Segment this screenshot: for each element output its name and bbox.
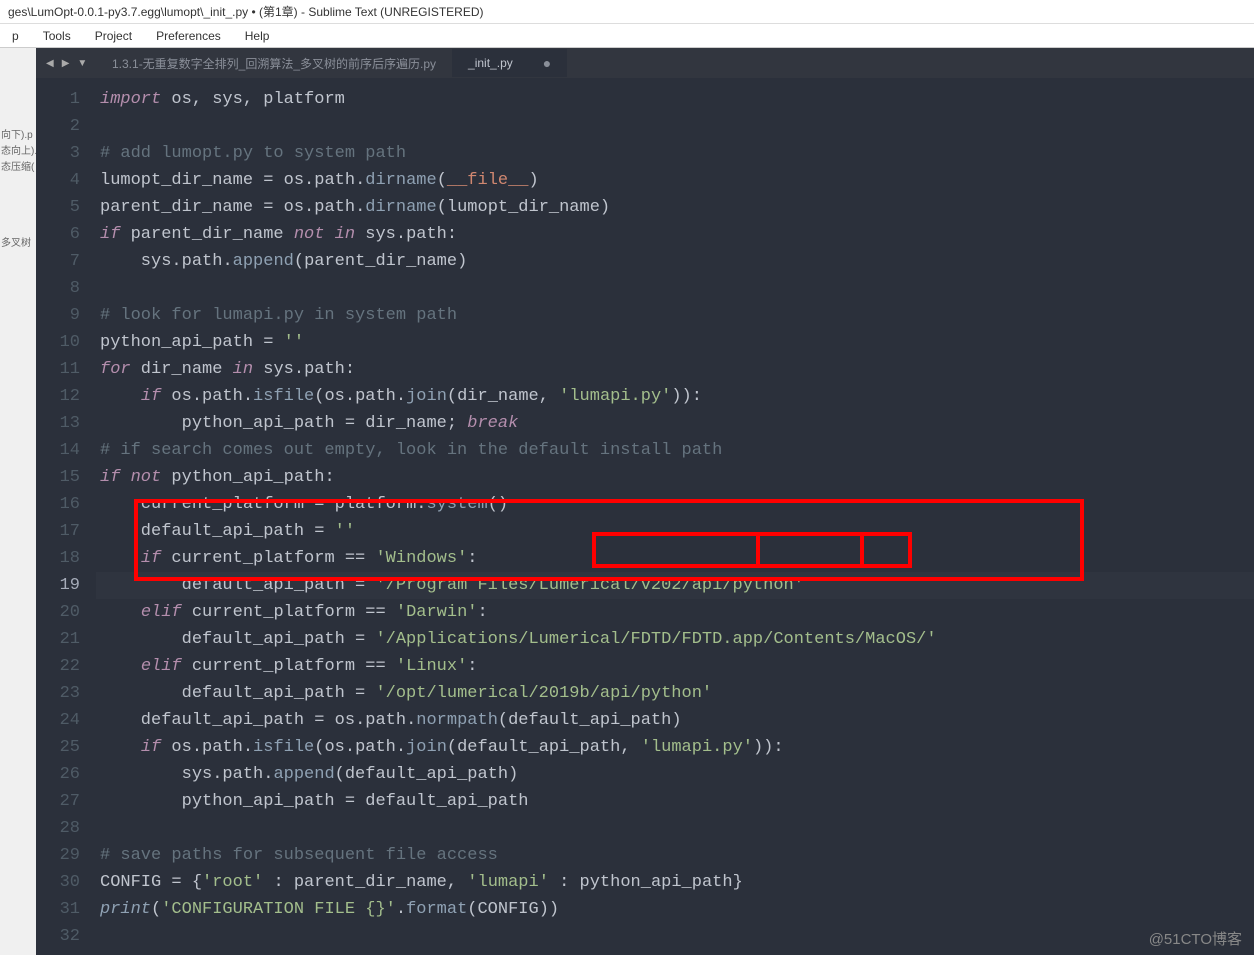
line-number: 4 — [44, 167, 80, 194]
tab-label: 1.3.1-无重复数字全排列_回溯算法_多叉树的前序后序遍历.py — [112, 55, 436, 72]
menubar: p Tools Project Preferences Help — [0, 24, 1254, 48]
code-line[interactable]: default_api_path = '/Applications/Lumeri… — [96, 626, 1254, 653]
line-number: 1 — [44, 86, 80, 113]
line-number: 30 — [44, 869, 80, 896]
code-line[interactable]: sys.path.append(default_api_path) — [96, 761, 1254, 788]
code-line[interactable]: if not python_api_path: — [96, 464, 1254, 491]
tab-inactive[interactable]: 1.3.1-无重复数字全排列_回溯算法_多叉树的前序后序遍历.py — [96, 49, 452, 78]
code-line[interactable]: CONFIG = {'root' : parent_dir_name, 'lum… — [96, 869, 1254, 896]
menu-item-help[interactable]: Help — [233, 27, 282, 44]
code-line[interactable]: default_api_path = '' — [96, 518, 1254, 545]
line-number: 29 — [44, 842, 80, 869]
sidebar-file[interactable]: 态向上). — [0, 144, 36, 160]
line-number: 24 — [44, 707, 80, 734]
tab-dropdown-icon[interactable]: ▼ — [75, 56, 89, 71]
code-line[interactable]: lumopt_dir_name = os.path.dirname(__file… — [96, 167, 1254, 194]
line-number: 21 — [44, 626, 80, 653]
code-line[interactable] — [96, 113, 1254, 140]
code-line[interactable] — [96, 815, 1254, 842]
code-line[interactable]: print('CONFIGURATION FILE {}'.format(CON… — [96, 896, 1254, 923]
code-content[interactable]: import os, sys, platform # add lumopt.py … — [96, 78, 1254, 955]
code-editor[interactable]: 1234567891011121314151617181920212223242… — [36, 78, 1254, 955]
code-line[interactable]: default_api_path = os.path.normpath(defa… — [96, 707, 1254, 734]
line-number: 8 — [44, 275, 80, 302]
line-number: 27 — [44, 788, 80, 815]
line-number: 22 — [44, 653, 80, 680]
code-line[interactable]: default_api_path = '/opt/lumerical/2019b… — [96, 680, 1254, 707]
menu-item[interactable]: p — [0, 27, 31, 44]
line-number: 17 — [44, 518, 80, 545]
code-line[interactable]: if os.path.isfile(os.path.join(dir_name,… — [96, 383, 1254, 410]
tab-prev-icon[interactable]: ◀ — [44, 56, 56, 71]
code-line[interactable]: if current_platform == 'Windows': — [96, 545, 1254, 572]
line-number-gutter: 1234567891011121314151617181920212223242… — [36, 78, 96, 955]
line-number: 20 — [44, 599, 80, 626]
line-number: 19 — [44, 572, 80, 599]
line-number: 13 — [44, 410, 80, 437]
line-number: 32 — [44, 923, 80, 950]
watermark: @51CTO博客 — [1149, 928, 1242, 949]
line-number: 6 — [44, 221, 80, 248]
code-line[interactable]: parent_dir_name = os.path.dirname(lumopt… — [96, 194, 1254, 221]
editor-area: ◀ ▶ ▼ 1.3.1-无重复数字全排列_回溯算法_多叉树的前序后序遍历.py … — [36, 48, 1254, 955]
line-number: 2 — [44, 113, 80, 140]
menu-item-tools[interactable]: Tools — [31, 27, 83, 44]
line-number: 16 — [44, 491, 80, 518]
line-number: 18 — [44, 545, 80, 572]
code-line[interactable] — [96, 923, 1254, 950]
code-line[interactable]: python_api_path = '' — [96, 329, 1254, 356]
code-line[interactable]: # add lumopt.py to system path — [96, 140, 1254, 167]
code-line[interactable]: # if search comes out empty, look in the… — [96, 437, 1254, 464]
window-title: ges\LumOpt-0.0.1-py3.7.egg\lumopt\_init_… — [8, 5, 484, 19]
code-line[interactable]: elif current_platform == 'Linux': — [96, 653, 1254, 680]
code-line[interactable]: default_api_path = '/Program Files/Lumer… — [96, 572, 1254, 599]
sidebar-file[interactable]: 多叉树 — [0, 236, 36, 252]
line-number: 9 — [44, 302, 80, 329]
window-titlebar: ges\LumOpt-0.0.1-py3.7.egg\lumopt\_init_… — [0, 0, 1254, 24]
code-line[interactable]: # save paths for subsequent file access — [96, 842, 1254, 869]
tab-label: _init_.py — [468, 56, 513, 70]
line-number: 23 — [44, 680, 80, 707]
line-number: 14 — [44, 437, 80, 464]
line-number: 15 — [44, 464, 80, 491]
code-line[interactable]: if os.path.isfile(os.path.join(default_a… — [96, 734, 1254, 761]
code-line[interactable]: for dir_name in sys.path: — [96, 356, 1254, 383]
code-line[interactable] — [96, 275, 1254, 302]
tab-nav: ◀ ▶ ▼ — [44, 56, 89, 71]
code-line[interactable]: import os, sys, platform — [96, 86, 1254, 113]
sidebar: 向下).p 态向上). 态压缩( 多叉树 — [0, 48, 36, 955]
code-line[interactable]: sys.path.append(parent_dir_name) — [96, 248, 1254, 275]
line-number: 7 — [44, 248, 80, 275]
code-line[interactable]: current_platform = platform.system() — [96, 491, 1254, 518]
code-line[interactable]: # look for lumapi.py in system path — [96, 302, 1254, 329]
line-number: 3 — [44, 140, 80, 167]
dirty-indicator-icon: ● — [543, 55, 551, 71]
line-number: 10 — [44, 329, 80, 356]
code-line[interactable]: python_api_path = dir_name; break — [96, 410, 1254, 437]
tab-active[interactable]: _init_.py ● — [452, 49, 567, 77]
code-line[interactable]: python_api_path = default_api_path — [96, 788, 1254, 815]
line-number: 25 — [44, 734, 80, 761]
menu-item-project[interactable]: Project — [83, 27, 144, 44]
line-number: 11 — [44, 356, 80, 383]
line-number: 31 — [44, 896, 80, 923]
line-number: 12 — [44, 383, 80, 410]
line-number: 26 — [44, 761, 80, 788]
line-number: 28 — [44, 815, 80, 842]
code-line[interactable]: elif current_platform == 'Darwin': — [96, 599, 1254, 626]
code-line[interactable]: if parent_dir_name not in sys.path: — [96, 221, 1254, 248]
menu-item-preferences[interactable]: Preferences — [144, 27, 233, 44]
tabbar: ◀ ▶ ▼ 1.3.1-无重复数字全排列_回溯算法_多叉树的前序后序遍历.py … — [36, 48, 1254, 78]
line-number: 5 — [44, 194, 80, 221]
tab-next-icon[interactable]: ▶ — [60, 56, 72, 71]
sidebar-file[interactable]: 态压缩( — [0, 160, 36, 176]
sidebar-file[interactable]: 向下).p — [0, 128, 36, 144]
